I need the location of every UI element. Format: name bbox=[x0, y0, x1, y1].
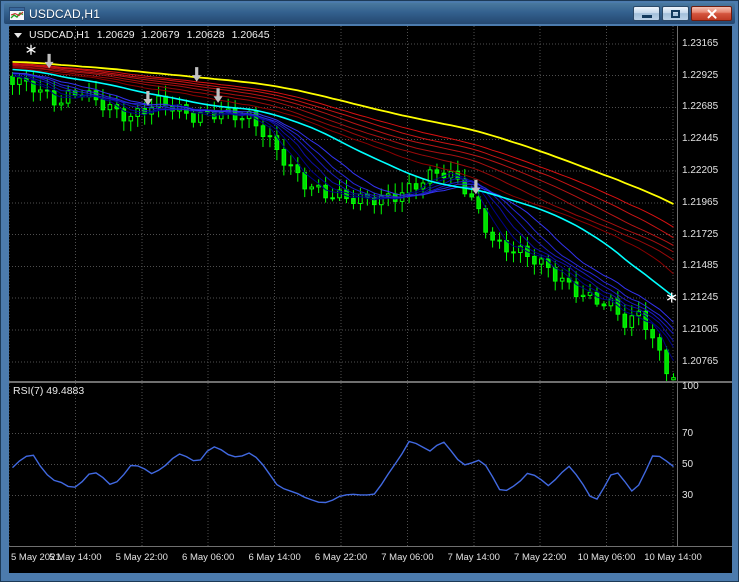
price-tick-label: 1.22205 bbox=[682, 165, 719, 177]
chart-dropdown-icon[interactable] bbox=[14, 32, 22, 38]
rsi-tick-label: 50 bbox=[682, 458, 694, 470]
price-tick-label: 1.21725 bbox=[682, 228, 719, 240]
chart-window: USDCAD,H1 USDCAD,H1 1.20629 1.20679 1.20… bbox=[0, 0, 739, 582]
time-axis[interactable]: 5 May 2021 5 May 14:00 5 May 22:00 6 May 06… bbox=[9, 547, 732, 573]
info-symbol: USDCAD,H1 bbox=[29, 29, 90, 41]
time-tick-label: 6 May 06:00 bbox=[182, 552, 235, 563]
window-title: USDCAD,H1 bbox=[29, 6, 101, 21]
title-bar[interactable]: USDCAD,H1 bbox=[4, 3, 735, 24]
close-button[interactable] bbox=[691, 6, 732, 21]
info-open: 1.20629 bbox=[96, 29, 135, 41]
price-tick-label: 1.21005 bbox=[682, 324, 719, 335]
price-chart-canvas[interactable] bbox=[9, 26, 677, 381]
rsi-axis[interactable]: 100 70 50 30 bbox=[678, 381, 732, 546]
ohlc-info: USDCAD,H1 1.20629 1.20679 1.20628 1.2064… bbox=[14, 29, 270, 41]
price-tick-label: 1.20765 bbox=[682, 355, 719, 367]
sell-arrow-marker bbox=[192, 67, 202, 82]
minimize-icon bbox=[641, 14, 652, 18]
price-tick-label: 1.22445 bbox=[682, 133, 719, 145]
rsi-tick-label: 100 bbox=[682, 381, 699, 392]
rsi-tick-label: 30 bbox=[682, 489, 694, 501]
price-tick-label: 1.22925 bbox=[682, 69, 719, 81]
time-tick-label: 6 May 22:00 bbox=[314, 552, 368, 563]
price-tick-label: 1.21965 bbox=[682, 196, 719, 208]
close-icon bbox=[706, 8, 718, 20]
window-controls bbox=[633, 6, 732, 21]
rsi-indicator-label: RSI(7) 49.4883 bbox=[13, 385, 85, 397]
time-tick-label: 10 May 06:00 bbox=[577, 552, 636, 563]
info-low: 1.20628 bbox=[186, 29, 225, 41]
time-tick-label: 7 May 22:00 bbox=[514, 552, 567, 563]
price-axis[interactable]: 1.23165 1.22925 1.22685 1.22445 1.22205 1.219… bbox=[678, 26, 732, 381]
rsi-panel[interactable]: RSI(7) 49.4883 bbox=[9, 383, 677, 546]
price-tick-label: 1.21485 bbox=[682, 260, 719, 272]
chart-client-area: USDCAD,H1 1.20629 1.20679 1.20628 1.2064… bbox=[9, 26, 732, 573]
time-tick-label: 7 May 06:00 bbox=[381, 552, 434, 563]
price-chart-area[interactable]: USDCAD,H1 1.20629 1.20679 1.20628 1.2064… bbox=[9, 26, 677, 381]
chart-window-icon bbox=[9, 6, 25, 21]
rsi-tick-label: 70 bbox=[682, 427, 694, 439]
rsi-canvas[interactable] bbox=[9, 383, 677, 546]
price-tick-label: 1.23165 bbox=[682, 37, 719, 49]
time-tick-label: 10 May 14:00 bbox=[644, 552, 702, 563]
time-tick-label: 5 May 14:00 bbox=[49, 552, 102, 563]
minimize-button[interactable] bbox=[633, 6, 660, 21]
price-tick-label: 1.22685 bbox=[682, 101, 719, 113]
time-tick-label: 6 May 14:00 bbox=[248, 552, 301, 563]
restore-icon bbox=[671, 9, 680, 18]
time-tick-label: 5 May 22:00 bbox=[115, 552, 168, 563]
restore-button[interactable] bbox=[662, 6, 689, 21]
price-tick-label: 1.21245 bbox=[682, 292, 719, 304]
info-close: 1.20645 bbox=[231, 29, 270, 41]
scale-divider bbox=[677, 26, 678, 546]
time-tick-label: 7 May 14:00 bbox=[447, 552, 500, 563]
info-high: 1.20679 bbox=[141, 29, 180, 41]
